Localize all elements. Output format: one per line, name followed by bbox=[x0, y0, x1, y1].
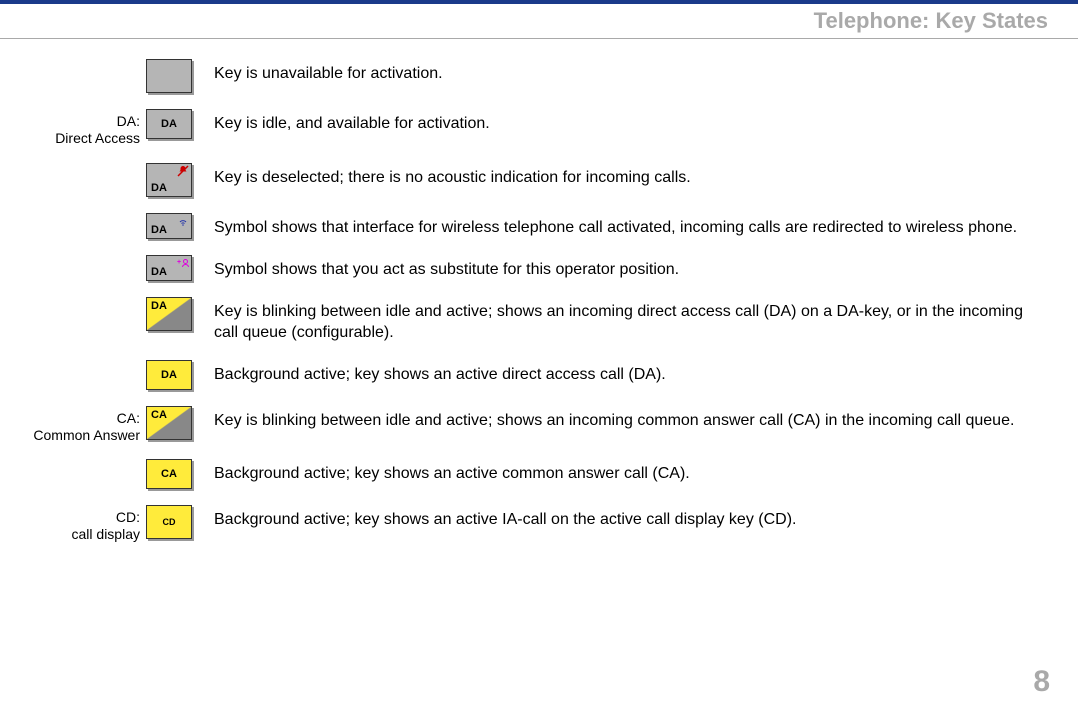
key-wireless: DA bbox=[146, 213, 192, 239]
key-da-active: DA bbox=[146, 360, 192, 390]
desc-wireless: Symbol shows that interface for wireless… bbox=[214, 213, 1048, 239]
content-area: Key is unavailable for activation. DA: D… bbox=[0, 39, 1078, 543]
desc-cd-active: Background active; key shows an active I… bbox=[214, 505, 1048, 531]
side-label-empty bbox=[0, 360, 146, 364]
side-label-da-line2: Direct Access bbox=[0, 130, 140, 147]
key-label: DA bbox=[151, 266, 167, 278]
row-substitute: + DA Symbol shows that you act as substi… bbox=[0, 255, 1048, 281]
row-wireless: DA Symbol shows that interface for wirel… bbox=[0, 213, 1048, 239]
substitute-icon: + bbox=[177, 257, 189, 272]
side-label-empty bbox=[0, 163, 146, 167]
side-label-da-line1: DA: bbox=[0, 113, 140, 130]
row-deselected: DA Key is deselected; there is no acoust… bbox=[0, 163, 1048, 197]
side-label-cd-line1: CD: bbox=[0, 509, 140, 526]
side-label-ca-line2: Common Answer bbox=[0, 427, 140, 444]
key-label: DA bbox=[151, 182, 167, 194]
key-substitute: + DA bbox=[146, 255, 192, 281]
key-ca-active: CA bbox=[146, 459, 192, 489]
desc-unavailable: Key is unavailable for activation. bbox=[214, 59, 1048, 85]
bell-off-icon bbox=[177, 165, 189, 180]
desc-deselected: Key is deselected; there is no acoustic … bbox=[214, 163, 1048, 189]
side-label-da: DA: Direct Access bbox=[0, 109, 146, 147]
key-da-blinking: DA bbox=[146, 297, 192, 331]
key-ca-blinking: CA bbox=[146, 406, 192, 440]
side-label-ca: CA: Common Answer bbox=[0, 406, 146, 444]
key-label: CD bbox=[163, 517, 176, 527]
key-label: CA bbox=[151, 409, 167, 421]
key-label: DA bbox=[161, 118, 177, 130]
side-label-cd-line2: call display bbox=[0, 526, 140, 543]
key-idle: DA bbox=[146, 109, 192, 139]
key-label: DA bbox=[151, 224, 167, 236]
svg-text:+: + bbox=[177, 259, 181, 266]
row-da-blink: DA Key is blinking between idle and acti… bbox=[0, 297, 1048, 344]
row-cd-active: CD: call display CD Background active; k… bbox=[0, 505, 1048, 543]
key-label: DA bbox=[151, 300, 167, 312]
row-ca-active: CA Background active; key shows an activ… bbox=[0, 459, 1048, 489]
desc-da-active: Background active; key shows an active d… bbox=[214, 360, 1048, 386]
desc-ca-active: Background active; key shows an active c… bbox=[214, 459, 1048, 485]
wireless-icon bbox=[177, 215, 189, 230]
key-cd-active: CD bbox=[146, 505, 192, 539]
row-da-active: DA Background active; key shows an activ… bbox=[0, 360, 1048, 390]
desc-substitute: Symbol shows that you act as substitute … bbox=[214, 255, 1048, 281]
row-ca-blink: CA: Common Answer CA Key is blinking bet… bbox=[0, 406, 1048, 444]
side-label-empty bbox=[0, 297, 146, 301]
page-number: 8 bbox=[1033, 665, 1050, 699]
key-unavailable bbox=[146, 59, 192, 93]
page-title: Telephone: Key States bbox=[0, 4, 1078, 38]
side-label-empty bbox=[0, 255, 146, 259]
side-label-empty bbox=[0, 459, 146, 463]
side-label-cd: CD: call display bbox=[0, 505, 146, 543]
desc-da-blink: Key is blinking between idle and active;… bbox=[214, 297, 1048, 344]
side-label-ca-line1: CA: bbox=[0, 410, 140, 427]
side-label-empty bbox=[0, 59, 146, 63]
side-label-empty bbox=[0, 213, 146, 217]
desc-ca-blink: Key is blinking between idle and active;… bbox=[214, 406, 1048, 432]
key-deselected: DA bbox=[146, 163, 192, 197]
key-label: CA bbox=[161, 468, 177, 480]
row-unavailable: Key is unavailable for activation. bbox=[0, 59, 1048, 93]
desc-idle: Key is idle, and available for activatio… bbox=[214, 109, 1048, 135]
row-idle: DA: Direct Access DA Key is idle, and av… bbox=[0, 109, 1048, 147]
key-label: DA bbox=[161, 369, 177, 381]
